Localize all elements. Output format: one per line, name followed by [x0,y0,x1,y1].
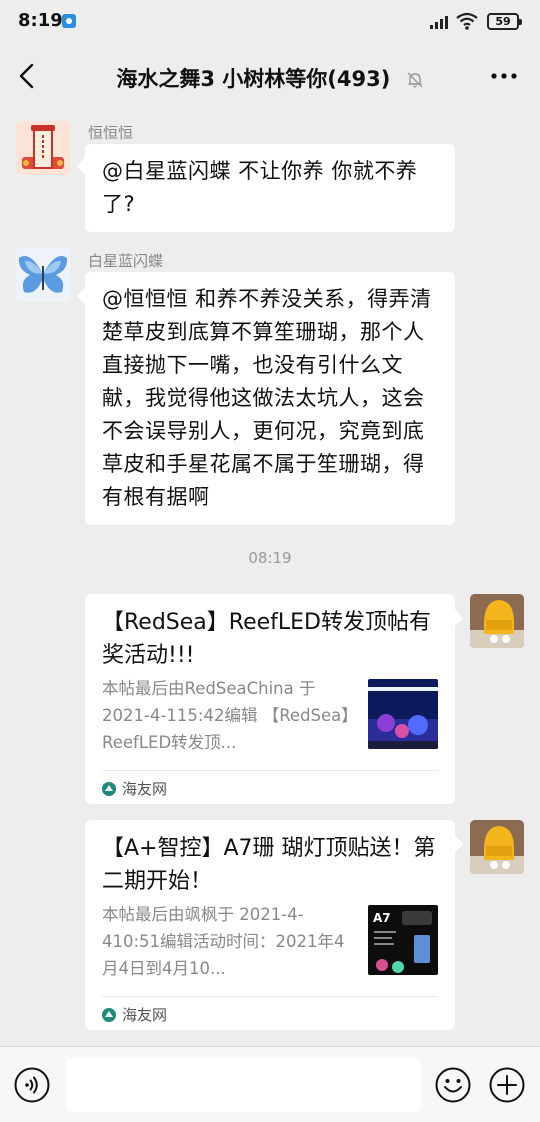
card-divider [102,996,438,997]
card-divider [102,770,438,771]
card-thumbnail: A7 [368,905,438,975]
card-source: 海友网 [102,778,167,799]
message-bubble[interactable]: @恒恒恒 和养不养没关系，得弄清楚草皮到底算不算笙珊瑚，那个人直接抛下一嘴，也没… [85,272,455,525]
avatar[interactable] [16,121,70,175]
mute-bell-icon [407,72,423,88]
avatar[interactable] [16,248,70,302]
site-logo-icon [102,1008,116,1022]
card-source-label: 海友网 [122,780,168,798]
link-card[interactable]: 【RedSea】ReefLED转发顶帖有奖活动!!! 本帖最后由RedSeaCh… [85,594,455,804]
avatar[interactable] [470,594,524,648]
couplet-avatar-icon [16,121,70,175]
status-time: 8:19 [18,10,63,31]
voice-icon[interactable] [14,1067,50,1103]
aquarium-thumbnail-icon [368,679,438,749]
card-desc: 本帖最后由RedSeaChina 于2021-4-115:42编辑 【RedSe… [102,679,350,752]
card-desc: 本帖最后由飒枫于 2021-4-410:51编辑活动时间：2021年4月4日到4… [102,905,345,978]
card-title: 【A+智控】A7珊 瑚灯顶贴送！第二期开始！ [102,836,436,894]
product-thumbnail-icon: A7 [368,905,438,975]
sender-name: 恒恒恒 [88,124,134,142]
card-source-label: 海友网 [122,1006,168,1024]
sender-name: 白星蓝闪蝶 [88,252,164,270]
chat-header: 海水之舞3 小树林等你(493) [0,44,540,108]
wifi-icon [456,12,478,30]
butterfly-avatar-icon [16,248,70,302]
card-title: 【RedSea】ReefLED转发顶帖有奖活动!!! [102,610,431,668]
thumbnail-label: A7 [373,911,391,925]
signal-icon [430,15,450,29]
site-logo-icon [102,782,116,796]
card-source: 海友网 [102,1004,167,1025]
more-dots-icon[interactable] [488,62,520,90]
time-divider: 08:19 [248,549,292,567]
card-thumbnail [368,679,438,749]
self-avatar-icon [470,820,524,874]
plus-icon[interactable] [489,1067,525,1103]
app-notification-icon [62,14,76,28]
status-bar: 8:19 59 [0,0,540,44]
link-card[interactable]: 【A+智控】A7珊 瑚灯顶贴送！第二期开始！ 本帖最后由飒枫于 2021-4-4… [85,820,455,1030]
message-bubble[interactable]: @白星蓝闪蝶 不让你养 你就不养了? [85,144,455,232]
chat-title-row: 海水之舞3 小树林等你(493) [60,63,480,93]
battery-icon: 59 [487,13,522,30]
self-avatar-icon [470,594,524,648]
chat-title: 海水之舞3 小树林等你(493) [116,67,391,91]
emoji-icon[interactable] [435,1067,471,1103]
message-input[interactable] [66,1058,421,1112]
back-arrow-icon[interactable] [12,60,44,92]
avatar[interactable] [470,820,524,874]
input-bar [0,1046,540,1122]
